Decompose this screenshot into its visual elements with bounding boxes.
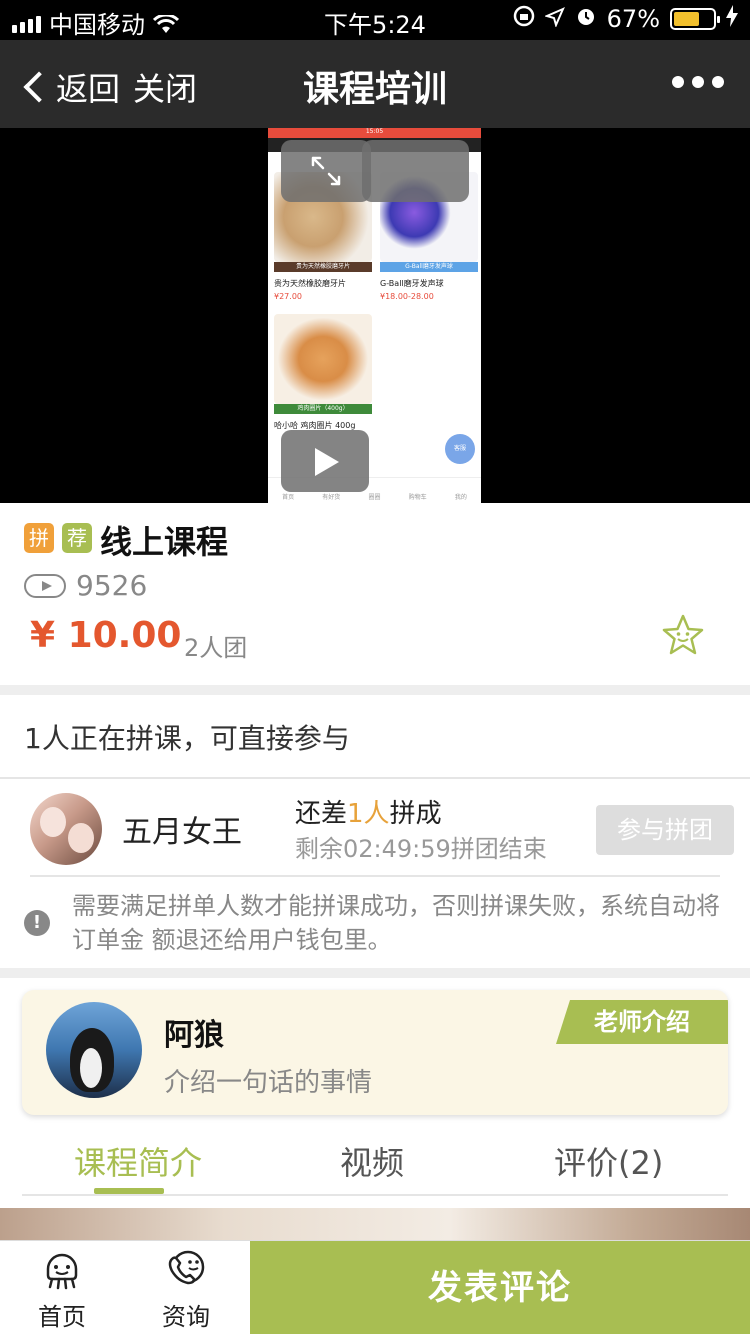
tab-indicator (94, 1188, 164, 1194)
course-info: 拼 荐 线上课程 9526 ¥ 10.00 2人团 (0, 503, 750, 685)
section-divider (0, 685, 750, 695)
warning-icon: ! (24, 910, 50, 936)
group-buy-header: 1人正在拼课，可直接参与 (0, 695, 750, 779)
post-comment-button[interactable]: 发表评论 (250, 1241, 750, 1334)
teacher-avatar (46, 1002, 142, 1098)
bottom-bar: 首页 资询 发表评论 (0, 1240, 750, 1334)
product-image (274, 314, 372, 404)
need-count: 1人 (347, 799, 390, 829)
battery-icon (670, 8, 720, 30)
group-buy-tag: 拼 (24, 523, 54, 553)
battery-percent: 67% (606, 5, 660, 33)
team-size: 2人团 (184, 634, 248, 662)
product-caption: G-Ball磨牙发声球 (380, 279, 444, 288)
video-overlay-button[interactable] (362, 140, 469, 202)
navigation-bar: 返回 关闭 课程培训 (0, 40, 750, 128)
charging-icon (726, 5, 738, 33)
group-need-text: 还差1人拼成 (295, 793, 442, 830)
page-title: 课程培训 (302, 69, 447, 110)
product-caption: 贵为天然橡胶磨牙片 (274, 279, 346, 288)
fullscreen-button[interactable] (281, 140, 371, 202)
home-button[interactable]: 首页 (0, 1249, 124, 1332)
more-menu-button[interactable] (672, 76, 724, 88)
tab-reviews[interactable]: 评价(2) (554, 1138, 663, 1184)
preview-service-button: 客服 (445, 434, 475, 464)
location-icon (543, 5, 565, 33)
need-suffix: 拼成 (389, 799, 442, 829)
home-label: 首页 (38, 1303, 86, 1331)
view-count-value: 9526 (76, 569, 148, 602)
product-banner: 鸡肉圈片（400g） (274, 404, 372, 414)
product-banner: G-Ball磨牙发声球 (380, 262, 478, 272)
status-bar: 中国移动 下午5:24 67% (0, 0, 750, 40)
teacher-name: 阿狼 (164, 1018, 224, 1053)
teacher-intro: 介绍一句话的事情 (164, 1068, 373, 1098)
dot-icon (712, 76, 724, 88)
product-price: ¥27.00 (274, 292, 302, 301)
join-group-button[interactable]: 参与拼团 (596, 805, 734, 855)
preview-tab: 有好货 (322, 494, 341, 501)
need-prefix: 还差 (295, 799, 348, 829)
group-user-name: 五月女王 (122, 815, 242, 850)
tab-intro[interactable]: 课程简介 (74, 1138, 202, 1184)
news-label: 资询 (162, 1303, 210, 1331)
rotation-lock-icon (513, 5, 535, 33)
avatar (30, 793, 102, 865)
play-button[interactable] (281, 430, 369, 492)
teacher-badge: 老师介绍 (556, 1000, 728, 1044)
product-banner: 贵为天然橡胶磨牙片 (274, 262, 372, 272)
alarm-icon (575, 5, 597, 33)
course-tabs: 课程简介 视频 评价(2) (22, 1128, 728, 1196)
group-buy-notice: ! 需要满足拼单人数才能拼课成功，否则拼课失败，系统自动将订单金 额退还给用户钱… (0, 877, 750, 967)
preview-tab: 购物车 (408, 494, 427, 501)
phone-chat-icon (168, 1250, 205, 1285)
dot-icon (672, 76, 684, 88)
video-player[interactable]: 15:05 贵为天然橡胶磨牙片 贵为天然橡胶磨牙片 ¥27.00 G-Ball磨… (0, 128, 750, 503)
notice-text: 需要满足拼单人数才能拼课成功，否则拼课失败，系统自动将订单金 额退还给用户钱包里… (72, 892, 720, 954)
star-icon (662, 614, 704, 655)
dot-icon (692, 76, 704, 88)
home-icon (46, 1253, 78, 1290)
favorite-button[interactable] (660, 613, 706, 661)
teacher-card[interactable]: 阿狼 介绍一句话的事情 老师介绍 (22, 990, 728, 1115)
preview-tab: 圈圈 (368, 494, 381, 501)
group-buy-row: 五月女王 还差1人拼成 剩余02:49:59拼团结束 参与拼团 (0, 781, 750, 875)
section-divider (0, 968, 750, 978)
preview-tab: 我的 (454, 494, 467, 501)
video-icon (24, 573, 66, 598)
preview-product: 鸡肉圈片（400g） 哈小哈 鸡肉圈片 400g (274, 314, 372, 431)
group-countdown: 剩余02:49:59拼团结束 (295, 835, 547, 863)
news-button[interactable]: 资询 (124, 1249, 248, 1332)
expand-icon (311, 156, 341, 186)
tab-video[interactable]: 视频 (340, 1138, 404, 1184)
view-count: 9526 (24, 569, 147, 602)
recommend-tag: 荐 (62, 523, 92, 553)
preview-status-bar: 15:05 (268, 128, 481, 138)
preview-tab: 首页 (282, 494, 295, 501)
group-buy-header-text: 1人正在拼课，可直接参与 (24, 722, 350, 755)
product-price: ¥18.00-28.00 (380, 292, 434, 301)
play-icon (315, 448, 339, 476)
course-title: 线上课程 (100, 523, 229, 561)
course-price: ¥ 10.00 (30, 615, 182, 656)
